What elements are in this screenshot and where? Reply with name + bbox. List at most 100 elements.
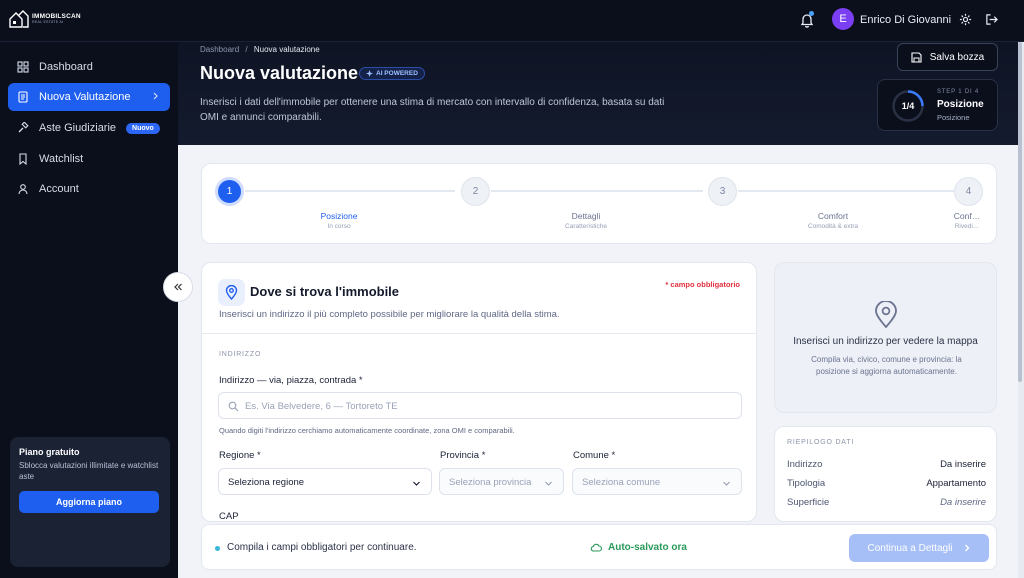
step-3-circle[interactable]: 3 xyxy=(708,177,737,206)
user-name[interactable]: Enrico Di Giovanni xyxy=(860,14,951,26)
page-scrollbar[interactable] xyxy=(1018,42,1024,578)
continue-label: Continua a Dettagli xyxy=(867,542,953,554)
stepper-connector xyxy=(491,190,703,192)
chevron-right-icon xyxy=(964,544,969,552)
continue-button[interactable]: Continua a Dettagli xyxy=(849,534,989,562)
page-title: Nuova valutazione xyxy=(200,63,359,83)
breadcrumb-dashboard[interactable]: Dashboard xyxy=(200,45,239,54)
comune-value: Seleziona comune xyxy=(582,477,661,488)
gavel-icon xyxy=(18,122,29,133)
search-icon xyxy=(228,401,239,412)
sidebar-item-aste-giudiziarie[interactable]: Aste Giudiziarie Nuovo xyxy=(8,114,170,142)
step-2-label: Dettagli xyxy=(571,211,601,221)
section-label: INDIRIZZO xyxy=(219,351,262,358)
sidebar-item-label: Aste Giudiziarie xyxy=(39,122,117,134)
summary-row: Indirizzo Da inserire xyxy=(787,459,986,470)
status-dot xyxy=(215,546,220,551)
step-subtitle: Posizione xyxy=(937,113,970,122)
avatar[interactable]: E xyxy=(832,8,854,30)
upgrade-promo: Piano gratuito Sblocca valutazioni illim… xyxy=(10,437,170,567)
address-hint: Quando digiti l'indirizzo cerchiamo auto… xyxy=(219,426,515,435)
map-pin-icon xyxy=(875,301,897,329)
summary-title: RIEPILOGO DATI xyxy=(787,439,855,446)
sidebar-item-label: Nuova Valutazione xyxy=(39,91,131,103)
sidebar-item-account[interactable]: Account xyxy=(8,175,170,203)
map-text: Compila via, civico, comune e provincia:… xyxy=(811,355,962,376)
save-icon xyxy=(911,51,922,63)
step-1-sub: In corso xyxy=(327,223,351,230)
cap-label: CAP xyxy=(219,511,239,522)
step-3-sub: Comodità & extra xyxy=(807,223,859,230)
chevron-right-icon xyxy=(153,92,158,100)
page-subtitle: Inserisci i dati dell'immobile per otten… xyxy=(200,97,665,123)
sidebar: Dashboard Nuova Valutazione Aste Giudizi… xyxy=(0,42,178,578)
divider xyxy=(202,333,756,334)
breadcrumb: Dashboard / Nuova valutazione xyxy=(200,45,320,54)
sidebar-item-nuova-valutazione[interactable]: Nuova Valutazione xyxy=(8,83,170,111)
summary-value: Da inserire xyxy=(940,497,986,508)
summary-key: Indirizzo xyxy=(787,459,823,470)
sparkle-icon xyxy=(366,70,373,77)
collapse-sidebar-button[interactable] xyxy=(163,272,193,302)
page-header: Dashboard / Nuova valutazione Nuova valu… xyxy=(178,42,1024,145)
autosave-label: Auto-salvato ora xyxy=(608,542,687,553)
sidebar-item-label: Account xyxy=(39,183,79,195)
step-of-label: STEP 1 DI 4 xyxy=(937,89,980,95)
breadcrumb-separator: / xyxy=(245,45,248,54)
location-form-card: Dove si trova l'immobile * campo obbliga… xyxy=(201,262,757,522)
top-bar: IMMOBILSCAN REAL ESTATE AI E Enrico Di G… xyxy=(0,0,1024,42)
sidebar-item-watchlist[interactable]: Watchlist xyxy=(8,145,170,173)
address-input[interactable]: Es. Via Belvedere, 6 — Tortoreto TE xyxy=(218,392,742,419)
form-title: Dove si trova l'immobile xyxy=(250,284,400,299)
breadcrumb-current: Nuova valutazione xyxy=(253,45,320,54)
region-value: Seleziona regione xyxy=(228,477,305,488)
stepper-connector xyxy=(738,190,954,192)
province-select[interactable]: Seleziona provincia xyxy=(439,468,564,495)
summary-card: RIEPILOGO DATI Indirizzo Da inserire Tip… xyxy=(774,426,997,522)
save-draft-button[interactable]: Salva bozza xyxy=(897,43,998,71)
comune-select[interactable]: Seleziona comune xyxy=(572,468,742,495)
bottom-action-bar: Compila i campi obbligatori per continua… xyxy=(201,524,997,570)
address-label: Indirizzo — via, piazza, contrada * xyxy=(219,375,363,386)
step-progress-card: 1/4 STEP 1 DI 4 Posizione Posizione xyxy=(877,79,998,131)
logo-tagline: REAL ESTATE AI xyxy=(32,20,64,24)
logo-house-icon xyxy=(9,10,29,28)
gear-icon[interactable] xyxy=(959,13,972,26)
app-logo[interactable]: IMMOBILSCAN REAL ESTATE AI xyxy=(9,10,81,28)
step-4-circle[interactable]: 4 xyxy=(954,177,983,206)
summary-key: Tipologia xyxy=(787,478,826,489)
region-label: Regione * xyxy=(219,450,261,461)
stepper-connector xyxy=(245,190,455,192)
map-placeholder: Inserisci un indirizzo per vedere la map… xyxy=(774,262,997,413)
comune-label: Comune * xyxy=(573,450,616,461)
step-1-circle[interactable]: 1 xyxy=(215,177,244,206)
chevron-down-icon xyxy=(413,481,420,486)
cloud-icon xyxy=(590,543,602,552)
sidebar-item-label: Watchlist xyxy=(39,153,84,165)
document-icon xyxy=(18,91,28,103)
step-2-sub: Caratteristiche xyxy=(565,223,607,230)
chevron-down-icon xyxy=(723,481,730,486)
sidebar-item-dashboard[interactable]: Dashboard xyxy=(8,53,170,81)
summary-value: Da inserire xyxy=(940,459,986,470)
map-title: Inserisci un indirizzo per vedere la map… xyxy=(793,336,978,347)
chevron-down-icon xyxy=(545,481,552,486)
upgrade-plan-button[interactable]: Aggiorna piano xyxy=(19,491,159,513)
summary-key: Superficie xyxy=(787,497,830,508)
step-1-label: Posizione xyxy=(320,211,358,221)
step-4-label: Conf… xyxy=(953,211,981,221)
summary-row: Tipologia Appartamento xyxy=(787,478,986,489)
summary-row: Superficie Da inserire xyxy=(787,497,986,508)
form-subtitle: Inserisci un indirizzo il più completo p… xyxy=(219,309,560,320)
notification-dot xyxy=(809,11,814,16)
region-select[interactable]: Seleziona regione xyxy=(218,468,432,495)
dashboard-icon xyxy=(17,61,29,73)
scrollbar-thumb[interactable] xyxy=(1018,42,1022,382)
required-note: * campo obbligatorio xyxy=(665,280,740,289)
map-pin-icon xyxy=(225,285,238,300)
province-label: Provincia * xyxy=(440,450,486,461)
step-2-circle[interactable]: 2 xyxy=(461,177,490,206)
new-badge: Nuovo xyxy=(126,122,160,134)
step-fraction: 1/4 xyxy=(901,101,915,111)
logout-icon[interactable] xyxy=(985,13,998,26)
